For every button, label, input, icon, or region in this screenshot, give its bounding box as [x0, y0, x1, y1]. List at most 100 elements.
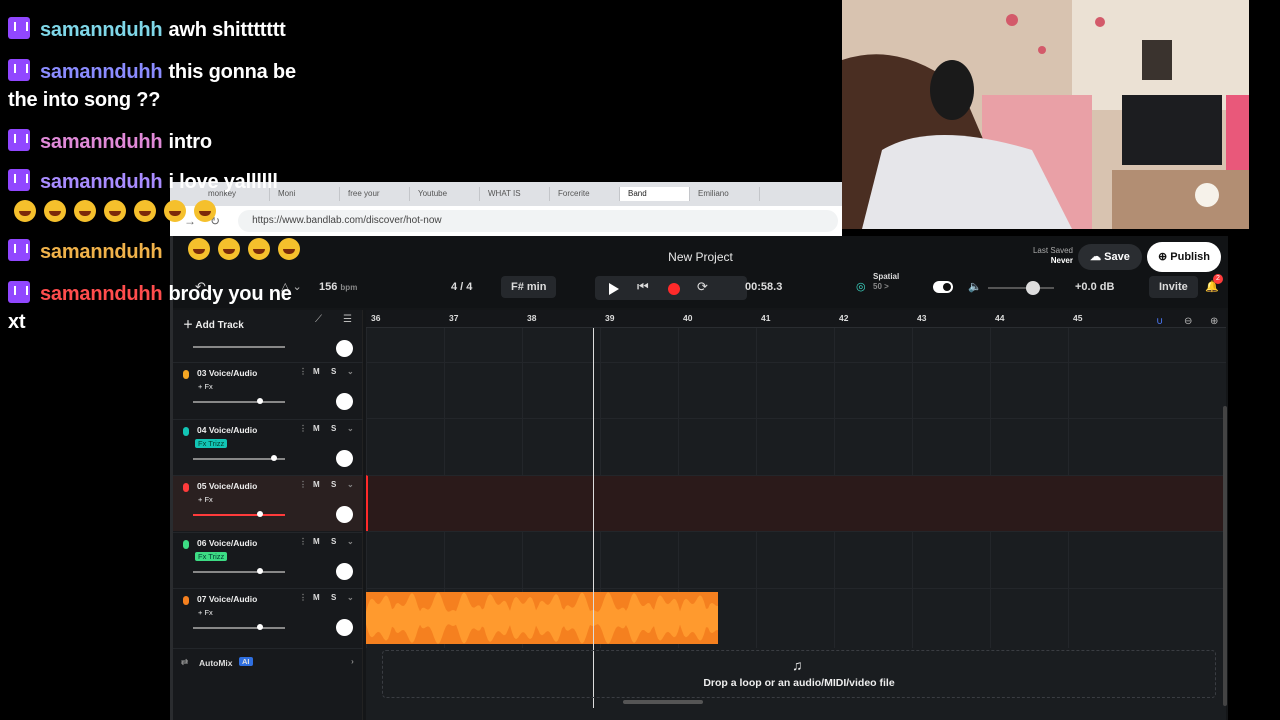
save-button[interactable]: ☁ Save — [1078, 244, 1142, 270]
track-row[interactable]: 07 Voice/Audio + Fx ⋮ M S ⌄ — [173, 588, 363, 644]
track-row[interactable]: 05 Voice/Audio + Fx ⋮ M S ⌄ — [173, 475, 363, 531]
track-02-pan-knob[interactable] — [336, 340, 353, 357]
browser-tab[interactable]: Moni — [270, 187, 340, 201]
fx-button[interactable]: + Fx — [195, 495, 216, 504]
ruler-tick-label: 42 — [839, 313, 849, 323]
track-02-volume-slider[interactable] — [193, 346, 285, 348]
zoom-out-icon[interactable]: ⊖ — [1184, 316, 1192, 327]
ruler-tick-label: 40 — [683, 313, 693, 323]
magic-icon[interactable]: ⟋ — [315, 314, 322, 325]
automix-row[interactable]: ⇄ AutoMix AI › — [173, 648, 363, 676]
track-volume-slider[interactable] — [193, 567, 285, 574]
track-row[interactable]: 06 Voice/Audio Fx Trizz ⋮ M S ⌄ — [173, 531, 363, 588]
chevron-down-icon[interactable]: ⌄ — [347, 537, 354, 546]
track-menu-icon[interactable]: ⋮ — [299, 593, 307, 602]
slider-knob[interactable] — [256, 511, 263, 517]
track-name[interactable]: 06 Voice/Audio — [197, 538, 257, 548]
master-volume-slider[interactable] — [988, 287, 1054, 289]
chat-message: samannduhh — [8, 238, 168, 266]
mic-icon — [183, 539, 189, 549]
lane-05[interactable] — [366, 475, 1226, 531]
pan-knob[interactable] — [336, 562, 353, 580]
loop-icon[interactable]: ⟳ — [697, 276, 708, 298]
mute-button[interactable]: M — [313, 424, 320, 433]
mute-button[interactable]: M — [313, 593, 320, 602]
browser-tab[interactable]: Forcerite — [550, 187, 620, 201]
track-name[interactable]: 04 Voice/Audio — [197, 425, 257, 435]
fx-button[interactable]: + Fx — [195, 382, 216, 391]
track-name[interactable]: 07 Voice/Audio — [197, 594, 257, 604]
browser-tab[interactable]: Band — [620, 187, 690, 201]
pan-knob[interactable] — [336, 449, 353, 467]
url-field[interactable]: https://www.bandlab.com/discover/hot-now — [238, 210, 839, 232]
track-volume-slider[interactable] — [193, 398, 285, 404]
track-menu-icon[interactable]: ⋮ — [299, 480, 307, 489]
mute-button[interactable]: M — [313, 367, 320, 376]
track-name[interactable]: 03 Voice/Audio — [197, 368, 257, 378]
fx-button[interactable]: Fx Trizz — [195, 551, 228, 561]
track-volume-slider[interactable] — [193, 624, 285, 630]
tracks-settings-icon[interactable]: ☰ — [343, 314, 352, 325]
drop-zone[interactable]: ♫ Drop a loop or an audio/MIDI/video fil… — [382, 650, 1216, 698]
chevron-down-icon[interactable]: ⌄ — [347, 480, 354, 489]
browser-tab[interactable]: free your — [340, 187, 410, 201]
mute-button[interactable]: M — [313, 537, 320, 546]
track-row[interactable]: 03 Voice/Audio + Fx ⋮ M S ⌄ — [173, 362, 363, 418]
fx-button[interactable]: Fx Trizz — [195, 438, 228, 448]
browser-tab[interactable]: WHAT IS — [480, 187, 550, 201]
track-menu-icon[interactable]: ⋮ — [299, 537, 307, 546]
pan-knob[interactable] — [336, 619, 353, 636]
rewind-icon[interactable]: ⏮ — [637, 276, 649, 298]
lane-03[interactable] — [366, 362, 1226, 418]
track-menu-icon[interactable]: ⋮ — [299, 424, 307, 433]
master-volume-knob[interactable] — [1026, 281, 1040, 295]
lane-04[interactable] — [366, 418, 1226, 474]
play-icon[interactable] — [609, 281, 619, 303]
studio-topbar: New Project Last Saved Never ☁ Save ⊕ Pu… — [173, 236, 1228, 308]
chevron-down-icon[interactable]: ⌄ — [347, 367, 354, 376]
zoom-in-icon[interactable]: ⊕ — [1210, 316, 1218, 327]
solo-button[interactable]: S — [331, 480, 336, 489]
browser-tab[interactable]: Youtube — [410, 187, 480, 201]
track-name[interactable]: 05 Voice/Audio — [197, 481, 257, 491]
solo-button[interactable]: S — [331, 367, 336, 376]
vertical-scrollbar[interactable] — [1223, 406, 1227, 706]
automix-icon: ⇄ — [181, 657, 189, 667]
slider-knob[interactable] — [256, 624, 263, 630]
volume-icon[interactable]: 🔈 — [968, 276, 982, 298]
time-signature[interactable]: 4 / 4 — [451, 276, 472, 298]
track-volume-slider[interactable] — [193, 454, 285, 461]
chevron-down-icon[interactable]: ⌄ — [347, 593, 354, 602]
track-volume-slider[interactable] — [193, 511, 285, 517]
chevron-down-icon[interactable]: ⌄ — [347, 424, 354, 433]
solo-button[interactable]: S — [331, 537, 336, 546]
key-selector[interactable]: F# min — [501, 276, 557, 298]
browser-tab[interactable]: Emiliano — [690, 187, 760, 201]
snap-magnet-icon[interactable]: ∪ — [1156, 316, 1163, 327]
publish-button[interactable]: ⊕ Publish — [1147, 242, 1221, 272]
track-row[interactable]: 04 Voice/Audio Fx Trizz ⋮ M S ⌄ — [173, 418, 363, 475]
spatial-toggle[interactable] — [933, 276, 953, 298]
fx-button[interactable]: + Fx — [195, 608, 216, 617]
arrangement-timeline[interactable]: 36 37 38 39 40 41 42 43 44 45 ∪ ⊖ ⊕ ♫ Drop a loop… — [366, 310, 1226, 720]
track-menu-icon[interactable]: ⋮ — [299, 367, 307, 376]
invite-button[interactable]: Invite — [1149, 276, 1198, 298]
horizontal-scrollbar[interactable] — [623, 700, 703, 704]
mic-icon — [183, 596, 189, 605]
chat-username: samannduhh — [40, 61, 163, 83]
record-icon[interactable] — [668, 281, 680, 303]
lane-06[interactable] — [366, 531, 1226, 587]
pan-knob[interactable] — [336, 506, 353, 523]
chat-message: samannduhh i love yallllll — [8, 168, 278, 196]
spatial-control[interactable]: Spatial 50 > — [873, 272, 899, 294]
tempo-control[interactable]: 156 bpm — [319, 276, 357, 298]
solo-button[interactable]: S — [331, 593, 336, 602]
audio-clip[interactable] — [366, 592, 718, 644]
slider-knob[interactable] — [256, 398, 263, 404]
pan-knob[interactable] — [336, 393, 353, 410]
mute-button[interactable]: M — [313, 480, 320, 489]
slider-knob[interactable] — [271, 454, 278, 461]
slider-knob[interactable] — [256, 567, 263, 574]
timeline-ruler[interactable]: 36 37 38 39 40 41 42 43 44 45 — [366, 310, 1226, 328]
solo-button[interactable]: S — [331, 424, 336, 433]
